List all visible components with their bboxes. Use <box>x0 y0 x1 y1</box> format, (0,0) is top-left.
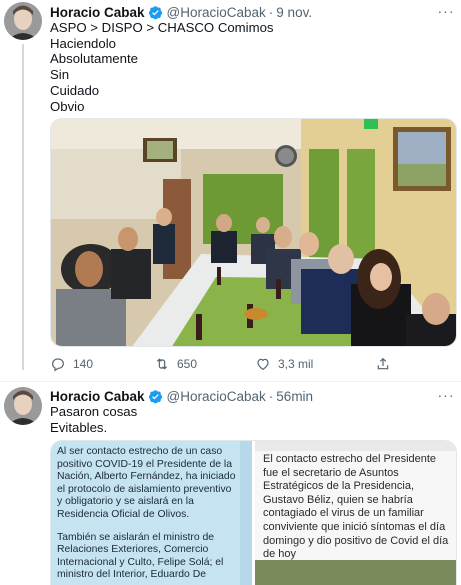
tweet-line: Obvio <box>50 98 85 114</box>
avatar-photo <box>4 2 42 40</box>
tweet-text: Pasaron cosas Evitables. <box>50 404 451 435</box>
author-handle[interactable]: @HoracioCabak <box>167 389 266 404</box>
verified-badge-icon <box>148 389 162 403</box>
avatar[interactable] <box>4 387 42 425</box>
image-top-strip <box>255 441 456 451</box>
reply-count: 140 <box>73 357 94 371</box>
avatar-photo <box>4 387 42 425</box>
more-icon[interactable]: ··· <box>437 387 455 403</box>
tweet-header: Horacio Cabak @HoracioCabak · 56min ··· <box>50 387 461 405</box>
tweet-text: ASPO > DISPO > CHASCO Comimos Haciendolo… <box>50 20 451 114</box>
thread-line <box>22 44 24 370</box>
news-paragraph: También se aislarán el ministro de Relac… <box>57 531 224 581</box>
dinner-photo <box>51 119 456 346</box>
news-paragraph: Al ser contacto estrecho de un caso posi… <box>57 446 236 520</box>
retweet-count: 650 <box>177 357 198 371</box>
tweet-line: Absolutamente <box>50 51 138 67</box>
tweet-line: Haciendolo <box>50 35 116 51</box>
news-text-left: Al ser contacto estrecho de un caso posi… <box>57 446 238 585</box>
news-text-right: El contacto estrecho del Presidente fue … <box>263 453 449 561</box>
tweet-line: Pasaron cosas <box>50 404 138 419</box>
author-name[interactable]: Horacio Cabak <box>50 5 145 20</box>
news-photo-strip <box>255 560 456 585</box>
tweet-actions: 140 650 3,3 mil <box>50 353 400 375</box>
tweet-header: Horacio Cabak @HoracioCabak · 9 nov. ··· <box>50 3 461 21</box>
verified-badge-icon <box>148 5 162 19</box>
tweet-line: Sin <box>50 67 70 83</box>
separator-dot: · <box>268 4 274 20</box>
separator-dot: · <box>268 388 274 404</box>
news-image-left[interactable]: Al ser contacto estrecho de un caso posi… <box>51 441 252 585</box>
retweet-button[interactable]: 650 <box>154 356 197 372</box>
tweet-line: Evitables. <box>50 419 108 435</box>
retweet-icon <box>156 358 168 370</box>
reply-icon <box>52 358 64 372</box>
author-handle[interactable]: @HoracioCabak <box>167 5 266 20</box>
tweet-time[interactable]: 56min <box>276 389 313 404</box>
like-button[interactable]: 3,3 mil <box>255 356 313 372</box>
reply-button[interactable]: 140 <box>50 356 93 372</box>
avatar[interactable] <box>4 2 42 40</box>
like-icon <box>257 358 269 371</box>
author-name[interactable]: Horacio Cabak <box>50 389 145 404</box>
news-image-right[interactable]: El contacto estrecho del Presidente fue … <box>255 441 456 585</box>
tweet-1[interactable]: Horacio Cabak @HoracioCabak · 9 nov. ···… <box>0 0 461 382</box>
share-button[interactable] <box>375 356 398 372</box>
tweet-media[interactable]: Al ser contacto estrecho de un caso posi… <box>50 440 457 585</box>
tweet-line: ASPO > DISPO > CHASCO Comimos <box>50 20 274 35</box>
tweet-line: Cuidado <box>50 82 100 98</box>
tweet-time[interactable]: 9 nov. <box>276 5 312 20</box>
image-divider <box>240 441 252 585</box>
more-icon[interactable]: ··· <box>437 3 455 19</box>
tweet-photo[interactable] <box>50 118 457 347</box>
like-count: 3,3 mil <box>278 357 314 371</box>
share-icon <box>377 357 389 370</box>
